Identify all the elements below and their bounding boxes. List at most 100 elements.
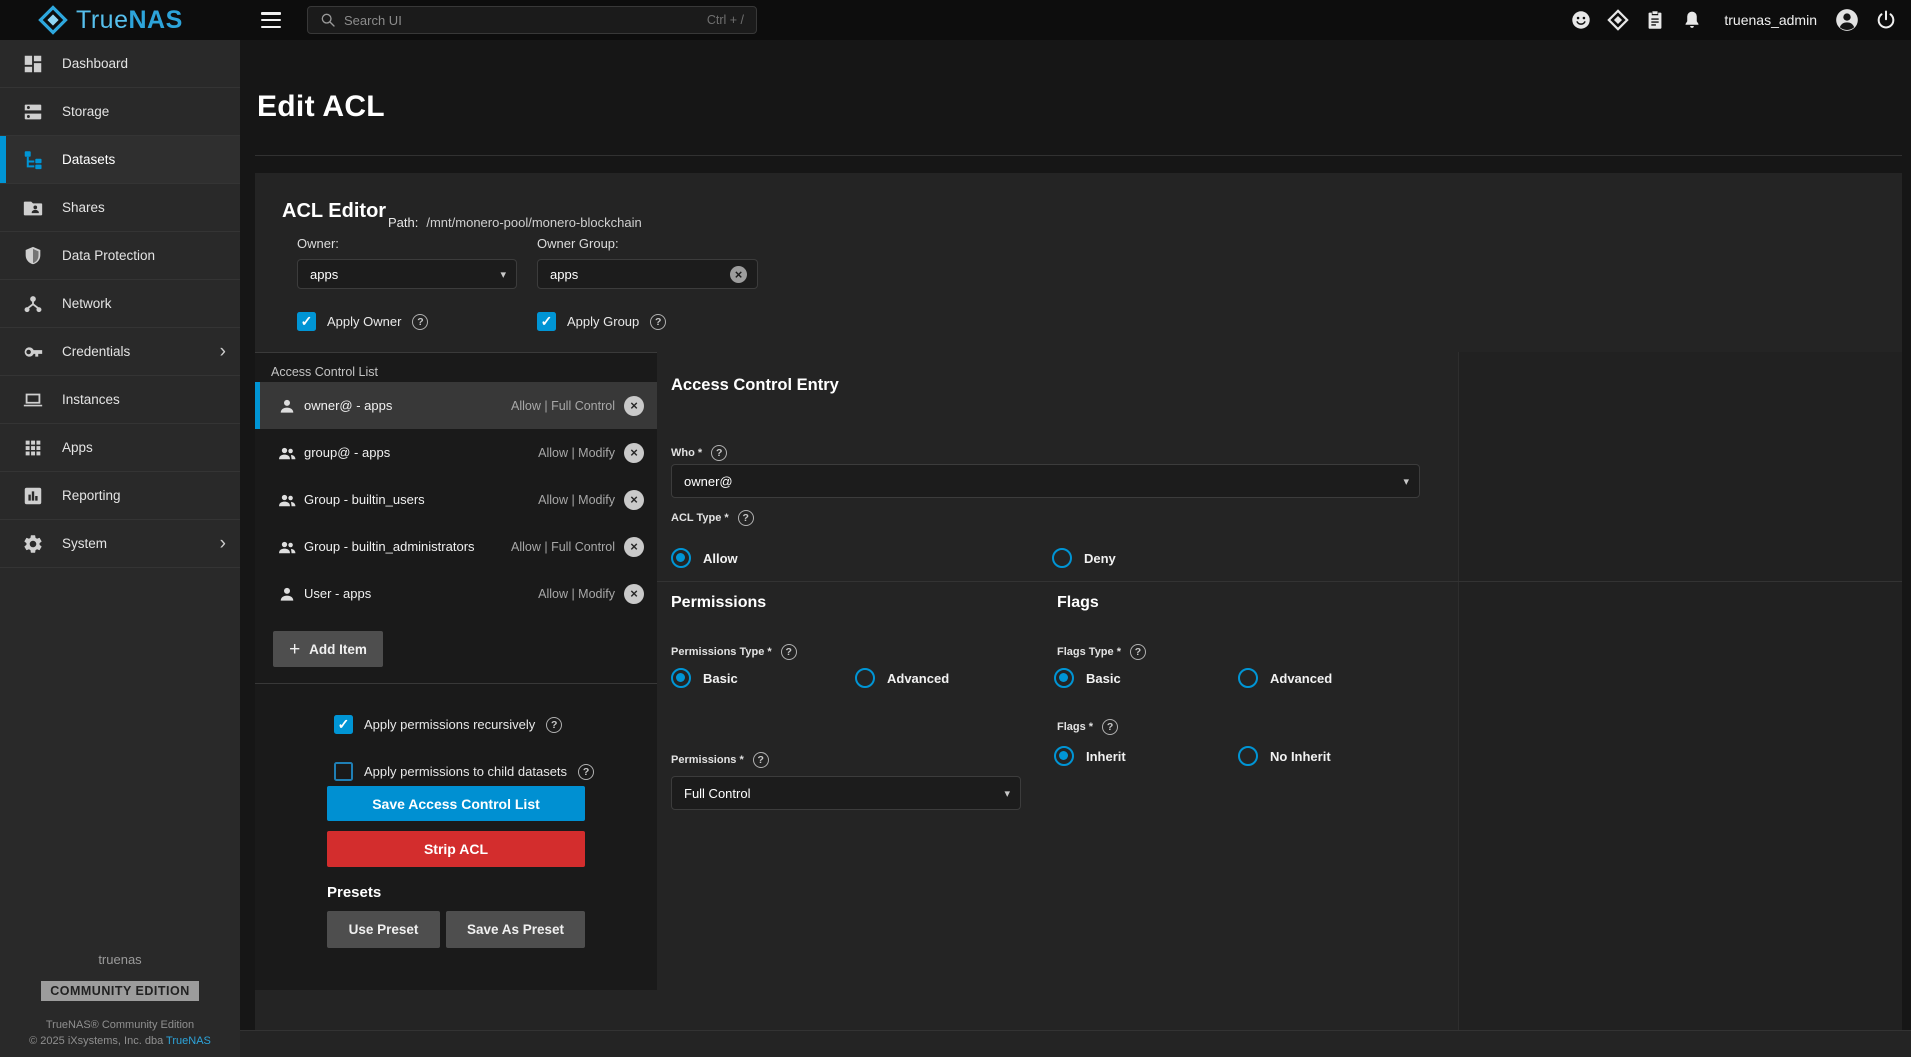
apply-child-datasets-checkbox[interactable] (334, 762, 353, 781)
owner-group-label: Owner Group: (537, 236, 619, 251)
help-icon[interactable]: ? (578, 764, 594, 780)
sidebar-item-system[interactable]: System › (0, 520, 240, 568)
notifications-bell-icon[interactable] (1681, 9, 1703, 31)
key-icon (22, 341, 44, 363)
permissions-label: Permissions * ? (671, 752, 769, 768)
permissions-heading: Permissions (671, 594, 766, 612)
add-item-button[interactable]: + Add Item (273, 631, 383, 667)
apply-group-checkbox[interactable]: ✓ (537, 312, 556, 331)
acl-list-panel: Access Control List owner@ - apps Allow … (255, 352, 657, 990)
checklist-clipboard-icon[interactable] (1644, 9, 1666, 31)
global-search[interactable]: Ctrl + / (307, 6, 757, 34)
sidebar-item-apps[interactable]: Apps (0, 424, 240, 472)
permissions-select[interactable]: Full Control ▾ (671, 776, 1021, 810)
sidebar-item-storage[interactable]: Storage (0, 88, 240, 136)
sidebar-item-datasets[interactable]: Datasets (0, 136, 240, 184)
owner-select[interactable]: apps ▾ (297, 259, 517, 289)
flags-no-inherit-radio[interactable]: No Inherit (1238, 746, 1331, 766)
save-acl-button[interactable]: Save Access Control List (327, 786, 585, 821)
remove-entry-icon[interactable]: × (624, 537, 644, 557)
username-label: truenas_admin (1724, 12, 1817, 28)
acl-entry-row[interactable]: Group - builtin_administrators Allow | F… (255, 523, 657, 570)
apply-group-checkbox-row[interactable]: ✓ Apply Group ? (537, 312, 666, 331)
flags-label: Flags * ? (1057, 719, 1118, 735)
apply-recursively-checkbox-row[interactable]: ✓ Apply permissions recursively ? (334, 715, 562, 734)
who-select[interactable]: owner@ ▾ (671, 464, 1420, 498)
clear-icon[interactable]: × (730, 266, 747, 283)
chevron-right-icon: › (220, 342, 226, 361)
apply-child-datasets-checkbox-row[interactable]: Apply permissions to child datasets ? (334, 762, 594, 781)
strip-acl-button[interactable]: Strip ACL (327, 831, 585, 867)
acl-editor-heading: ACL Editor (282, 200, 386, 223)
sidebar-item-shares[interactable]: Shares (0, 184, 240, 232)
apply-recursively-checkbox[interactable]: ✓ (334, 715, 353, 734)
search-icon (320, 12, 336, 28)
sidebar-item-instances[interactable]: Instances (0, 376, 240, 424)
person-icon (277, 396, 297, 416)
permissions-type-label: Permissions Type * ? (671, 644, 797, 660)
ace-summary: Allow | Modify (538, 493, 624, 507)
sidebar-item-credentials[interactable]: Credentials › (0, 328, 240, 376)
ace-heading: Access Control Entry (671, 376, 839, 395)
help-icon[interactable]: ? (738, 510, 754, 526)
acl-entry-row[interactable]: User - apps Allow | Modify × (255, 570, 657, 617)
section-divider (657, 581, 1902, 582)
help-icon[interactable]: ? (412, 314, 428, 330)
access-control-entry-panel: Access Control Entry Who * ? owner@ ▾ AC… (657, 352, 1458, 1030)
use-preset-button[interactable]: Use Preset (327, 911, 440, 948)
menu-toggle-icon[interactable] (261, 12, 281, 28)
help-icon[interactable]: ? (1102, 719, 1118, 735)
person-icon (277, 584, 297, 604)
ace-right-spacer (1458, 352, 1902, 1030)
remove-entry-icon[interactable]: × (624, 443, 644, 463)
acl-type-allow-radio[interactable]: Allow (671, 548, 738, 568)
permissions-type-basic-radio[interactable]: Basic (671, 668, 738, 688)
sidebar-item-network[interactable]: Network (0, 280, 240, 328)
acl-entry-row[interactable]: Group - builtin_users Allow | Modify × (255, 476, 657, 523)
chevron-right-icon: › (220, 534, 226, 553)
help-icon[interactable]: ? (781, 644, 797, 660)
flags-type-basic-radio[interactable]: Basic (1054, 668, 1121, 688)
remove-entry-icon[interactable]: × (624, 396, 644, 416)
acl-entry-row[interactable]: owner@ - apps Allow | Full Control × (255, 382, 657, 429)
truenas-link[interactable]: TrueNAS (166, 1035, 211, 1047)
permissions-type-advanced-radio[interactable]: Advanced (855, 668, 949, 688)
power-icon[interactable] (1875, 9, 1897, 31)
truenas-edit-acl-screen: TrueNAS Ctrl + / (0, 0, 1911, 1057)
ace-summary: Allow | Modify (538, 587, 624, 601)
help-icon[interactable]: ? (711, 445, 727, 461)
jobs-stack-icon[interactable] (1607, 9, 1629, 31)
apply-owner-checkbox-row[interactable]: ✓ Apply Owner ? (297, 312, 428, 331)
help-icon[interactable]: ? (1130, 644, 1146, 660)
flags-type-advanced-radio[interactable]: Advanced (1238, 668, 1332, 688)
search-shortcut-hint: Ctrl + / (707, 13, 744, 27)
feedback-smiley-icon[interactable] (1570, 9, 1592, 31)
truenas-logo[interactable]: TrueNAS (38, 5, 183, 35)
remove-entry-icon[interactable]: × (624, 490, 644, 510)
edition-label: TrueNAS® Community Edition (0, 1017, 240, 1033)
flags-inherit-radio[interactable]: Inherit (1054, 746, 1126, 766)
help-icon[interactable]: ? (546, 717, 562, 733)
save-as-preset-button[interactable]: Save As Preset (446, 911, 585, 948)
chevron-down-icon: ▾ (500, 268, 506, 281)
acl-type-label: ACL Type * ? (671, 510, 754, 526)
owner-group-input[interactable]: apps × (537, 259, 758, 289)
sidebar-item-reporting[interactable]: Reporting (0, 472, 240, 520)
user-avatar-icon[interactable] (1834, 7, 1860, 33)
group-icon (277, 490, 297, 510)
remove-entry-icon[interactable]: × (624, 584, 644, 604)
acl-type-deny-radio[interactable]: Deny (1052, 548, 1116, 568)
apply-owner-checkbox[interactable]: ✓ (297, 312, 316, 331)
help-icon[interactable]: ? (753, 752, 769, 768)
bar-chart-icon (22, 485, 44, 507)
network-icon (22, 293, 44, 315)
acl-entries-list: owner@ - apps Allow | Full Control × gro… (255, 382, 657, 617)
acl-entry-row[interactable]: group@ - apps Allow | Modify × (255, 429, 657, 476)
sidebar-item-data-protection[interactable]: Data Protection (0, 232, 240, 280)
help-icon[interactable]: ? (650, 314, 666, 330)
ace-summary: Allow | Full Control (511, 399, 624, 413)
who-label: Who * ? (671, 445, 727, 461)
search-input[interactable] (344, 13, 699, 28)
datasets-tree-icon (22, 149, 44, 171)
sidebar-item-dashboard[interactable]: Dashboard (0, 40, 240, 88)
